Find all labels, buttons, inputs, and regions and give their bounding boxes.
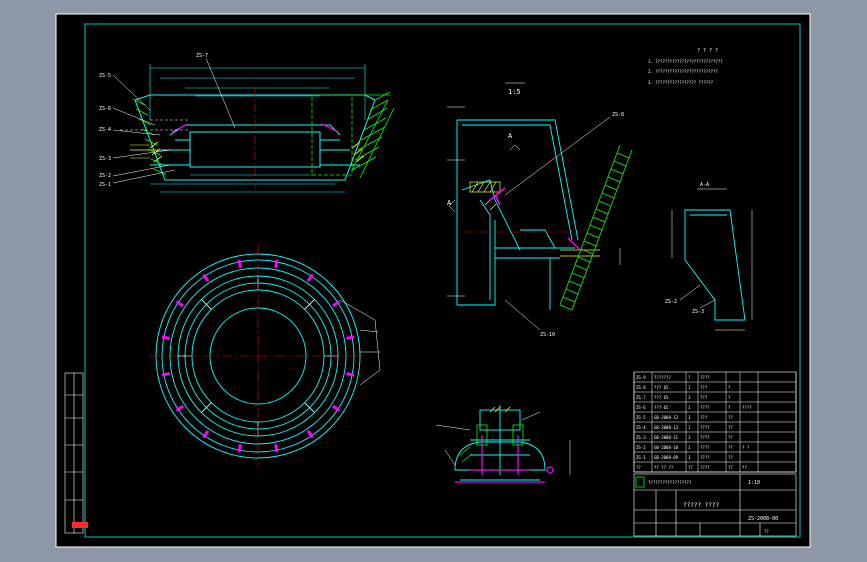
bom-cell: GB-2008-10 — [654, 445, 679, 450]
drawing-paper — [55, 13, 811, 548]
bom-cell: ??? 65 — [654, 385, 669, 390]
ring-mark — [345, 335, 355, 340]
bom-cell: ?? — [688, 465, 693, 470]
bom-cell: ?? — [728, 445, 733, 450]
section-callout-2: ZS-3 — [692, 309, 704, 315]
bom-cell: ?? — [728, 465, 733, 470]
bom-cell: ???? — [700, 425, 710, 430]
notes-line-3: 3. ????????????????? ?????? — [648, 80, 714, 85]
bom-cell: ???? — [700, 445, 710, 450]
bom-cell: ???? — [700, 375, 710, 380]
section-callout-1: ZS-2 — [665, 299, 677, 305]
bom-cell: ?? — [636, 465, 641, 470]
bom-cell: GB-2008-09 — [654, 455, 679, 460]
ring-mark — [274, 443, 279, 453]
title-drawing-no: ZS-2008-00 — [748, 516, 778, 522]
bom-cell: ?? — [728, 425, 733, 430]
bom-cell: ???? — [700, 405, 710, 410]
bom-cell: GB-2008-11 — [654, 435, 679, 440]
bom-cell: ZS-9 — [636, 375, 646, 380]
title-sheet: ?? — [764, 529, 769, 534]
bom-cell: ZS-1 — [636, 455, 646, 460]
bom-cell: ??? — [700, 385, 708, 390]
callout-detail-bottom: ZS-10 — [540, 332, 555, 338]
callout-top-2: ZS-6 — [99, 106, 111, 112]
ring-mark — [274, 259, 279, 269]
bom-cell: ???? — [700, 455, 710, 460]
callout-top-1: ZS-5 — [99, 73, 111, 79]
callout-top-7: ZS-7 — [196, 53, 208, 59]
bom-cell: ZS-6 — [636, 405, 646, 410]
bom-cell: ??? 65 — [654, 395, 669, 400]
section-aa-label: A-A — [700, 182, 709, 188]
bom-cell: ?? — [728, 415, 733, 420]
bom-cell: ???? — [700, 435, 710, 440]
binding-red-mark — [72, 522, 88, 528]
bom-cell: ???? — [700, 465, 710, 470]
bom-cell: ??? — [700, 395, 708, 400]
bom-cell: ZS-8 — [636, 385, 646, 390]
bom-cell: ? ? — [742, 445, 750, 450]
bom-cell: ?? — [728, 435, 733, 440]
bom-cell: ZS-4 — [636, 425, 646, 430]
ring-mark — [161, 372, 171, 377]
callout-top-4: ZS-3 — [99, 156, 111, 162]
bom-cell: ??????? — [654, 375, 671, 380]
cad-drawing-canvas[interactable]: ZS-5 ZS-6 ZS-4 ZS-3 ZS-2 ZS-1 ZS-7 1:5 Z… — [0, 0, 867, 562]
bom-cell: ?? — [742, 465, 747, 470]
callout-top-5: ZS-2 — [99, 173, 111, 179]
bom-cell: GB-2008-12 — [654, 415, 679, 420]
ring-mark — [345, 372, 355, 377]
bom-cell: ???? — [742, 405, 752, 410]
bom-cell: ??? 65 — [654, 405, 669, 410]
bom-cell: ZS-7 — [636, 395, 646, 400]
bom-cell: GB-2008-13 — [654, 425, 679, 430]
title-drawing-name: ????? ???? — [683, 502, 720, 509]
title-company: ?????????????????? — [648, 480, 692, 485]
ring-mark — [161, 335, 171, 340]
detail-scale-label: 1:5 — [508, 88, 521, 96]
bom-cell: ?? — [728, 455, 733, 460]
ring-mark — [237, 443, 242, 453]
ring-mark — [237, 259, 242, 269]
notes-line-1: 1. ???????????????????????????? — [648, 59, 723, 64]
bom-cell: ?? ?? ?? — [654, 465, 674, 470]
callout-top-6: ZS-1 — [99, 182, 111, 188]
title-scale: 1:10 — [748, 480, 760, 486]
notes-line-2: 2. ?????????????????????????? — [648, 69, 718, 74]
bom-cell: ZS-5 — [636, 415, 646, 420]
notes-heading: ? ? ? ? — [697, 48, 718, 54]
bom-cell: ZS-2 — [636, 445, 646, 450]
callout-detail-top: ZS-8 — [612, 112, 624, 118]
bom-cell: ZS-3 — [636, 435, 646, 440]
callout-top-3: ZS-4 — [99, 127, 111, 133]
bom-cell: ??? — [700, 415, 708, 420]
